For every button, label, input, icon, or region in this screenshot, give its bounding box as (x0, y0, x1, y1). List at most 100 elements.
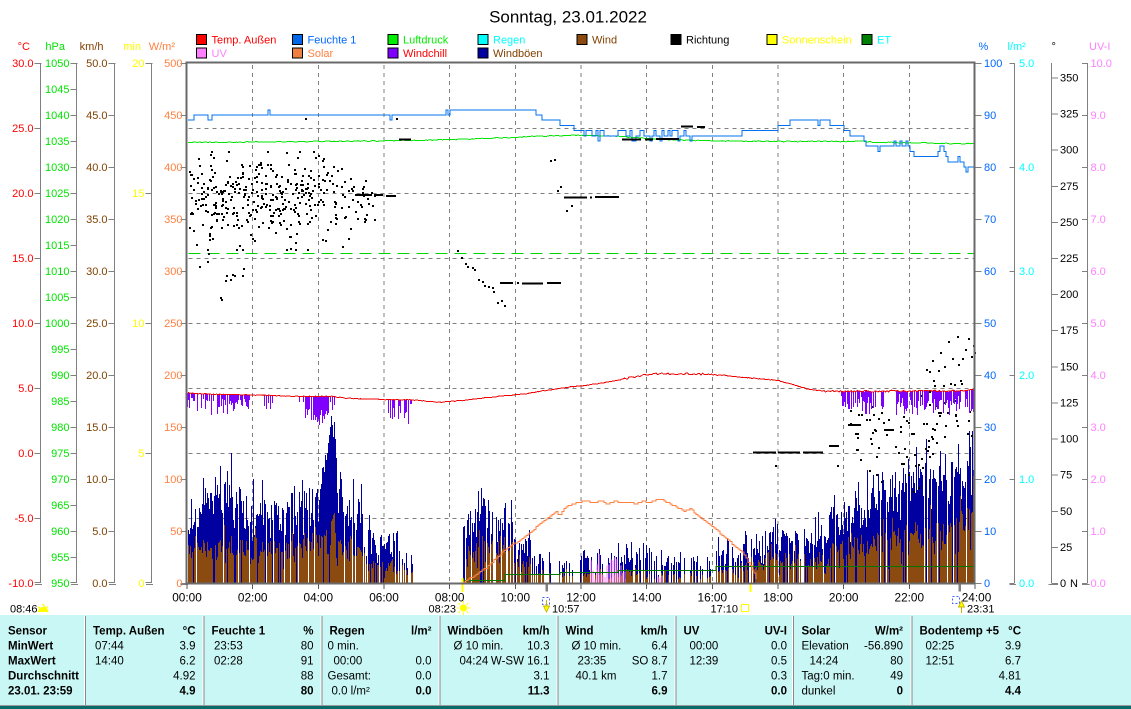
svg-text:4.0: 4.0 (1091, 370, 1106, 382)
svg-text:1005: 1005 (45, 292, 69, 304)
svg-text:75: 75 (1060, 470, 1072, 482)
svg-text:14:00: 14:00 (632, 591, 662, 605)
svg-text:35.0: 35.0 (86, 214, 107, 226)
svg-text:1.7: 1.7 (652, 671, 668, 683)
svg-text:80: 80 (890, 656, 903, 668)
svg-text:12:00: 12:00 (566, 591, 596, 605)
svg-text:350: 350 (1060, 72, 1078, 84)
svg-text:14:40: 14:40 (95, 656, 124, 668)
svg-text:2.0: 2.0 (1091, 474, 1106, 486)
svg-text:1.0: 1.0 (1019, 474, 1034, 486)
svg-text:%: % (979, 41, 989, 53)
svg-text:25: 25 (1060, 542, 1072, 554)
svg-text:Temp. Außen: Temp. Außen (212, 35, 277, 47)
svg-text:175: 175 (1060, 325, 1078, 337)
svg-text:1035: 1035 (45, 136, 69, 148)
svg-text:25.0: 25.0 (12, 123, 33, 135)
svg-text:0.0: 0.0 (416, 671, 432, 683)
svg-text:Regen: Regen (493, 35, 525, 47)
svg-text:6.4: 6.4 (652, 641, 669, 653)
svg-text:UV-I: UV-I (765, 626, 787, 638)
svg-text:15.0: 15.0 (12, 253, 33, 265)
svg-text:1050: 1050 (45, 58, 69, 70)
svg-text:30.0: 30.0 (86, 266, 107, 278)
svg-text:0.0: 0.0 (18, 448, 33, 460)
svg-text:1.0: 1.0 (1091, 526, 1106, 538)
svg-text:Feuchte 1: Feuchte 1 (308, 35, 357, 47)
svg-text:400: 400 (164, 162, 182, 174)
svg-text:5: 5 (138, 448, 144, 460)
svg-text:1040: 1040 (45, 110, 69, 122)
svg-text:%: % (303, 626, 313, 638)
svg-text:5.0: 5.0 (1019, 58, 1034, 70)
svg-text:Richtung: Richtung (686, 35, 729, 47)
svg-text:Windchill: Windchill (403, 48, 447, 60)
svg-text:km/h: km/h (641, 626, 668, 638)
svg-text:225: 225 (1060, 253, 1078, 265)
svg-text:12:51: 12:51 (926, 656, 955, 668)
svg-text:SO 8.7: SO 8.7 (632, 656, 668, 668)
svg-text:150: 150 (1060, 361, 1078, 373)
svg-text:91: 91 (301, 656, 314, 668)
svg-text:20: 20 (132, 58, 144, 70)
svg-text:10:57: 10:57 (552, 604, 580, 616)
svg-text:24:00: 24:00 (962, 591, 992, 605)
svg-text:50: 50 (984, 318, 996, 330)
svg-text:Regen: Regen (330, 626, 365, 638)
svg-text:22:00: 22:00 (895, 591, 925, 605)
svg-text:N: N (1070, 578, 1078, 590)
svg-text:4.81: 4.81 (999, 671, 1021, 683)
svg-text:5.0: 5.0 (18, 383, 33, 395)
svg-text:Luftdruck: Luftdruck (403, 35, 449, 47)
svg-text:0.0: 0.0 (416, 656, 432, 668)
svg-text:3.1: 3.1 (534, 671, 550, 683)
svg-text:00:00: 00:00 (690, 641, 719, 653)
svg-text:40: 40 (984, 370, 996, 382)
svg-text:5.0: 5.0 (1091, 318, 1106, 330)
svg-text:50: 50 (170, 526, 182, 538)
svg-text:Solar: Solar (308, 48, 334, 60)
svg-text:07:44: 07:44 (95, 641, 124, 653)
svg-text:Wind: Wind (592, 35, 617, 47)
svg-text:8.0: 8.0 (1091, 162, 1106, 174)
svg-text:4.9: 4.9 (180, 686, 196, 698)
svg-text:20.0: 20.0 (86, 370, 107, 382)
svg-text:0.0: 0.0 (771, 641, 787, 653)
svg-text:30.0: 30.0 (12, 58, 33, 70)
svg-text:0: 0 (138, 578, 144, 590)
svg-text:02:25: 02:25 (926, 641, 955, 653)
svg-text:0.0 l/m²: 0.0 l/m² (332, 686, 371, 698)
svg-text:04:24: 04:24 (460, 656, 489, 668)
svg-text:4.0: 4.0 (1019, 162, 1034, 174)
svg-text:0.3: 0.3 (771, 671, 787, 683)
svg-text:0.0: 0.0 (92, 578, 107, 590)
svg-text:970: 970 (51, 474, 69, 486)
svg-text:960: 960 (51, 526, 69, 538)
svg-text:1000: 1000 (45, 318, 69, 330)
svg-text:km/h: km/h (523, 626, 550, 638)
svg-text:UV: UV (212, 48, 228, 60)
svg-text:23:53: 23:53 (214, 641, 243, 653)
svg-text:6.2: 6.2 (180, 656, 196, 668)
svg-text:50: 50 (1060, 506, 1072, 518)
svg-text:3.0: 3.0 (1019, 266, 1034, 278)
svg-text:02:28: 02:28 (214, 656, 243, 668)
svg-text:°C: °C (18, 41, 30, 53)
svg-text:0: 0 (1060, 578, 1066, 590)
svg-text:20.0: 20.0 (12, 188, 33, 200)
svg-text:990: 990 (51, 370, 69, 382)
svg-text:l/m²: l/m² (411, 626, 432, 638)
svg-text:90: 90 (984, 110, 996, 122)
svg-text:300: 300 (164, 266, 182, 278)
svg-text:955: 955 (51, 552, 69, 564)
svg-text:W-SW 16.1: W-SW 16.1 (491, 656, 550, 668)
svg-text:1045: 1045 (45, 84, 69, 96)
svg-text:20: 20 (984, 474, 996, 486)
svg-text:ET: ET (877, 35, 891, 47)
svg-text:00:00: 00:00 (334, 656, 363, 668)
svg-text:W/m²: W/m² (149, 41, 176, 53)
svg-text:450: 450 (164, 110, 182, 122)
svg-text:Bodentemp +5: Bodentemp +5 (920, 626, 1000, 638)
svg-text:4.92: 4.92 (173, 671, 195, 683)
svg-text:0: 0 (897, 686, 903, 698)
